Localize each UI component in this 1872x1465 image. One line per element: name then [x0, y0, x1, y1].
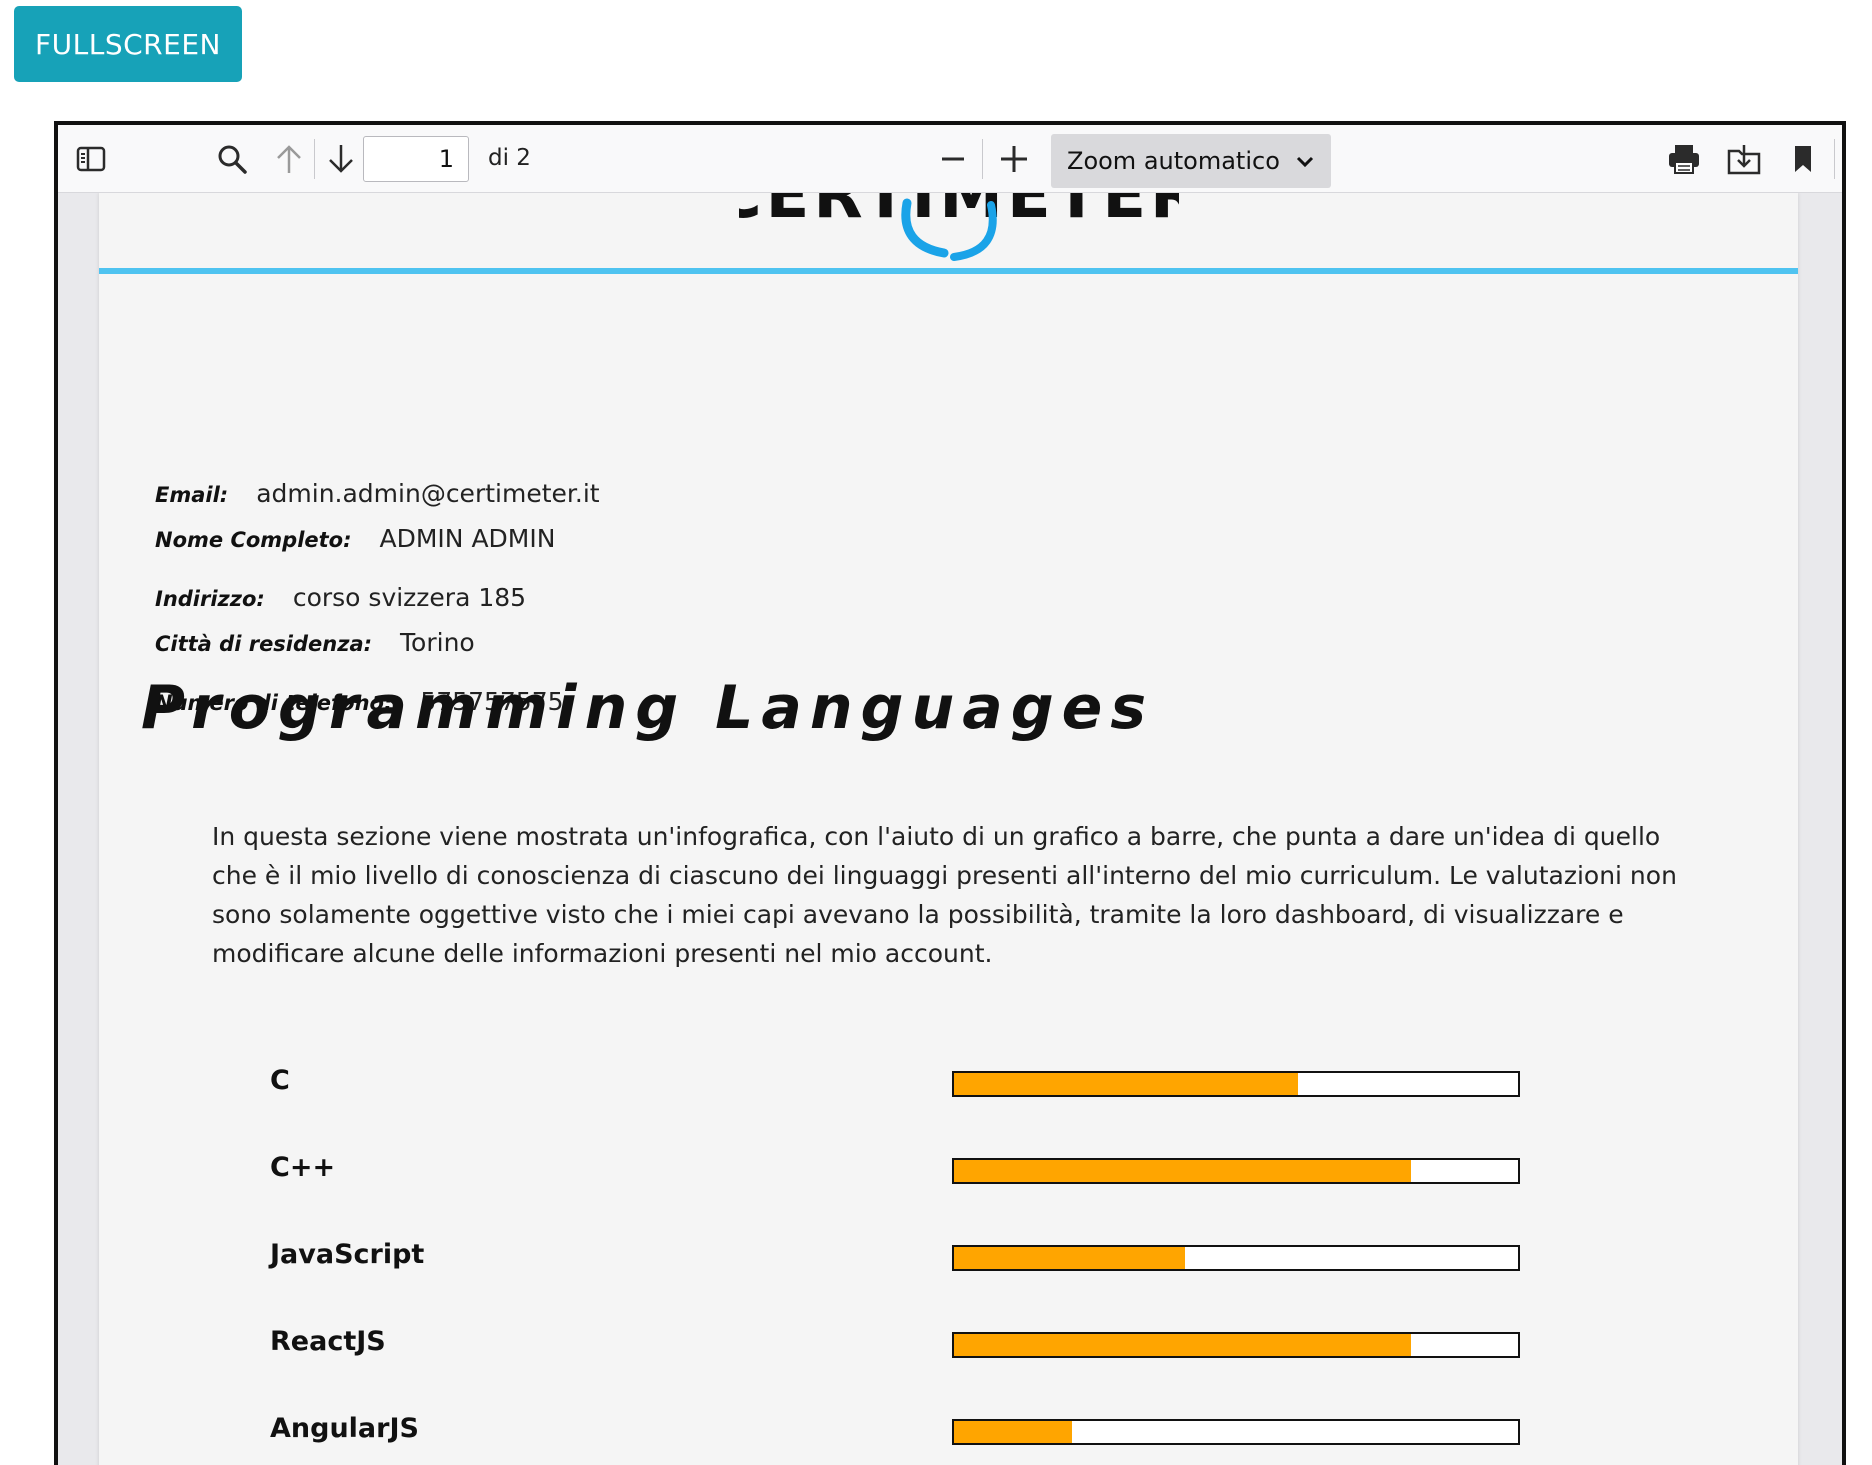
field-label: Città di residenza: — [155, 632, 373, 656]
field-value: Torino — [400, 628, 475, 657]
plus-icon[interactable] — [988, 125, 1040, 192]
section-description: In questa sezione viene mostrata un'info… — [212, 822, 1677, 968]
skill-bar-fill — [954, 1334, 1411, 1356]
skill-bar-fill — [954, 1421, 1073, 1443]
skill-bar-fill — [954, 1073, 1299, 1095]
field-full-name: Nome Completo: ADMIN ADMIN — [155, 524, 555, 553]
toolbar-separator — [314, 139, 315, 179]
skill-bar-track — [952, 1419, 1520, 1445]
skill-name: JavaScript — [270, 1239, 425, 1270]
skill-bar-track — [952, 1071, 1520, 1097]
minus-icon[interactable] — [928, 125, 978, 192]
skill-bar-fill — [954, 1160, 1411, 1182]
sidebar-toggle-icon[interactable] — [66, 125, 116, 192]
field-city: Città di residenza: Torino — [155, 628, 475, 657]
header-divider — [99, 268, 1798, 274]
pdf-toolbar: di 2 Zoom automatico — [58, 125, 1842, 193]
arrow-down-icon[interactable] — [318, 125, 364, 192]
skill-bar-track — [952, 1245, 1520, 1271]
skill-name: AngularJS — [270, 1413, 419, 1444]
skill-name: C — [270, 1065, 290, 1096]
skill-bar-fill — [954, 1247, 1186, 1269]
field-label: Nome Completo: — [155, 528, 352, 552]
pdf-page: CERTIMETER Email: admin.admin@certimeter… — [99, 193, 1798, 1465]
field-value: ADMIN ADMIN — [379, 524, 556, 553]
skill-bar-track — [952, 1158, 1520, 1184]
svg-text:CERTIMETER: CERTIMETER — [739, 193, 1179, 233]
printer-icon[interactable] — [1658, 125, 1710, 192]
zoom-value: Zoom automatico — [1067, 147, 1280, 175]
fullscreen-button[interactable]: FULLSCREEN — [14, 6, 242, 82]
bookmark-icon[interactable] — [1778, 125, 1828, 192]
toolbar-separator — [982, 139, 983, 179]
chevron-down-icon — [1295, 147, 1315, 175]
page-count: di 2 — [488, 145, 531, 171]
page-number-input[interactable] — [363, 136, 469, 182]
field-label: Email: — [155, 483, 229, 507]
section-title: Programming Languages — [141, 673, 1155, 743]
skill-name: C++ — [270, 1152, 336, 1183]
toolbar-separator — [1834, 139, 1835, 179]
search-icon[interactable] — [206, 125, 258, 192]
skill-name: ReactJS — [270, 1326, 386, 1357]
field-email: Email: admin.admin@certimeter.it — [155, 479, 600, 508]
download-icon[interactable] — [1718, 125, 1770, 192]
zoom-select[interactable]: Zoom automatico — [1051, 134, 1331, 188]
skill-bar-track — [952, 1332, 1520, 1358]
pdf-viewer: di 2 Zoom automatico CE — [54, 121, 1846, 1465]
arrow-up-icon[interactable] — [266, 125, 312, 192]
field-value: admin.admin@certimeter.it — [256, 479, 600, 508]
certimeter-logo: CERTIMETER — [739, 193, 1179, 261]
field-address: Indirizzo: corso svizzera 185 — [155, 583, 526, 612]
field-label: Indirizzo: — [155, 587, 265, 611]
field-value: corso svizzera 185 — [292, 583, 527, 612]
